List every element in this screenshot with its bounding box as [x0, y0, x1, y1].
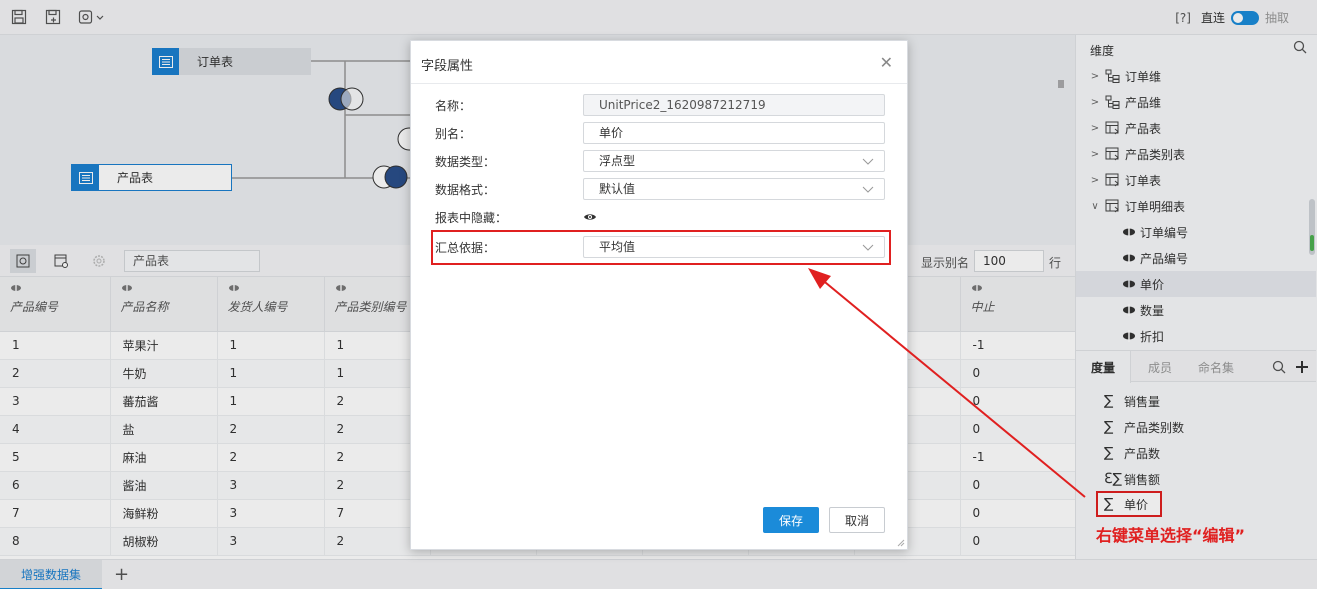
field-properties-dialog: 字段属性 ✕ 名称： UnitPrice2_1620987212719 别名： …: [410, 40, 908, 550]
cancel-button[interactable]: 取消: [829, 507, 885, 533]
field-label: 名称：: [435, 99, 472, 113]
form-row-hide: 报表中隐藏：: [435, 206, 885, 228]
chevron-down-icon: [862, 158, 874, 165]
field-label: 报表中隐藏：: [435, 211, 508, 225]
field-label: 数据类型：: [435, 155, 496, 169]
select-value: 浮点型: [599, 154, 636, 168]
select-value: 平均值: [599, 240, 636, 254]
form-row-aggregation: 汇总依据： 平均值: [435, 236, 885, 258]
data-format-select[interactable]: 默认值: [583, 178, 885, 200]
dialog-divider: [411, 83, 907, 84]
dialog-title: 字段属性: [421, 59, 474, 74]
annotation-text: 右键菜单选择“编辑”: [1096, 526, 1246, 545]
select-value: 默认值: [599, 182, 636, 196]
field-label: 数据格式：: [435, 183, 496, 197]
field-label: 汇总依据：: [435, 241, 496, 255]
eye-icon[interactable]: [583, 210, 597, 224]
form-row-name: 名称： UnitPrice2_1620987212719: [435, 94, 885, 116]
resize-handle-icon[interactable]: [897, 539, 905, 547]
chevron-down-icon: [862, 186, 874, 193]
save-button[interactable]: 保存: [763, 507, 819, 533]
field-label: 别名：: [435, 127, 472, 141]
form-row-alias: 别名： 单价: [435, 122, 885, 144]
data-type-select[interactable]: 浮点型: [583, 150, 885, 172]
aggregation-select[interactable]: 平均值: [583, 236, 885, 258]
alias-field[interactable]: 单价: [583, 122, 885, 144]
name-field: UnitPrice2_1620987212719: [583, 94, 885, 116]
chevron-down-icon: [862, 244, 874, 251]
form-row-data-type: 数据类型： 浮点型: [435, 150, 885, 172]
form-row-data-format: 数据格式： 默认值: [435, 178, 885, 200]
close-icon[interactable]: ✕: [880, 53, 893, 72]
